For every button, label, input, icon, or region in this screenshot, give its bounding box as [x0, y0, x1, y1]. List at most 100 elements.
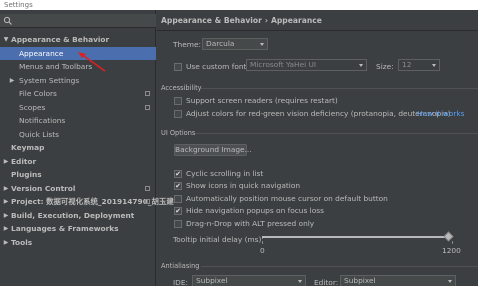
project-level-icon	[145, 104, 150, 110]
tooltip-delay-fill	[262, 236, 450, 238]
font-size-label: Size:	[376, 62, 394, 71]
ui-option-label: Hide navigation popups on focus loss	[186, 206, 324, 216]
ui-options-divider	[195, 133, 478, 134]
tooltip-delay-slider[interactable]	[262, 236, 453, 238]
accessibility-section-title: Accessibility	[161, 84, 202, 92]
ide-antialiasing-label: IDE:	[173, 278, 189, 286]
ui-option-checkbox[interactable]: ✔	[174, 182, 182, 191]
sidebar-item[interactable]: Scopes	[0, 101, 156, 114]
sidebar-item-label: Keymap	[11, 143, 45, 152]
sidebar-item-label: Editor	[11, 156, 37, 166]
sidebar-item-label: Appearance & Behavior	[11, 35, 110, 44]
project-level-icon	[145, 199, 150, 204]
breadcrumb: Appearance & Behavior › Appearance	[161, 16, 322, 25]
breadcrumb-parent[interactable]: Appearance & Behavior	[161, 16, 262, 25]
chevron-down-icon[interactable]: ▼	[2, 33, 10, 46]
sidebar-item[interactable]: ▶ Editor	[0, 155, 156, 168]
tooltip-min-label: 0	[260, 246, 265, 255]
search-icon	[3, 16, 12, 25]
chevron-down-icon	[448, 280, 452, 283]
background-image-button[interactable]: Background Image...	[174, 144, 252, 156]
theme-select[interactable]: Darcula	[202, 38, 268, 50]
sidebar-item[interactable]: Keymap	[0, 141, 156, 154]
chevron-right-icon[interactable]: ▶	[2, 195, 10, 208]
breadcrumb-separator: ›	[264, 16, 268, 25]
chevron-right-icon[interactable]: ▶	[8, 74, 16, 87]
editor-antialiasing-select[interactable]: Subpixel	[340, 275, 456, 286]
chevron-down-icon	[298, 280, 302, 283]
ui-option-checkbox[interactable]	[174, 194, 182, 203]
sidebar-item-label: Appearance	[19, 48, 64, 58]
sidebar-item-label: Notifications	[19, 116, 66, 125]
annotation-arrow	[78, 52, 106, 72]
ui-option-label: Show icons in quick navigation	[186, 181, 301, 191]
sidebar-item-label: Quick Lists	[19, 129, 60, 139]
how-it-works-link[interactable]: How it works	[417, 109, 465, 118]
sidebar-item[interactable]: ▼ Appearance & Behavior	[0, 33, 156, 46]
tooltip-delay-label: Tooltip initial delay (ms):	[173, 235, 264, 244]
sidebar-item[interactable]: Notifications	[0, 114, 156, 127]
chevron-down-icon	[260, 43, 264, 46]
use-custom-font-checkbox[interactable]	[174, 63, 182, 71]
chevron-right-icon[interactable]: ▶	[2, 222, 10, 235]
ui-option-checkbox[interactable]: ✔	[174, 207, 182, 216]
font-size-value: 12	[402, 60, 412, 69]
antialiasing-divider	[201, 266, 478, 267]
color-adjust-label: Adjust colors for red-green vision defic…	[186, 109, 451, 118]
font-family-select[interactable]: Microsoft YaHei UI	[246, 59, 367, 71]
sidebar-item[interactable]: ▶ Tools	[0, 236, 156, 249]
sidebar-item[interactable]: ▶ Version Control	[0, 182, 156, 195]
ide-antialiasing-select[interactable]: Subpixel	[192, 275, 306, 286]
window-title: Settings	[0, 0, 478, 10]
sidebar-item[interactable]: ▶ Build, Execution, Deployment	[0, 209, 156, 222]
appearance-panel: Appearance & Behavior › Appearance Theme: …	[157, 10, 478, 286]
theme-value: Darcula	[206, 39, 235, 48]
sidebar-item-label: Plugins	[11, 170, 42, 179]
tooltip-max-label: 1200	[442, 246, 461, 255]
sidebar-item[interactable]: ▶ Project: 数据可视化系统_201914790_胡玉建	[0, 195, 174, 208]
project-level-icon	[145, 185, 150, 191]
sidebar-item[interactable]: File Colors	[0, 87, 156, 100]
sidebar-item-label: Version Control	[11, 183, 76, 193]
sidebar-item-label: Scopes	[19, 102, 46, 112]
chevron-down-icon	[432, 64, 436, 67]
sidebar-item-label: Tools	[11, 237, 33, 247]
chevron-right-icon[interactable]: ▶	[2, 155, 10, 168]
ui-option-label: Automatically position mouse cursor on d…	[186, 193, 388, 203]
antialiasing-section-title: Antialiasing	[161, 262, 200, 270]
ide-antialiasing-value: Subpixel	[196, 276, 228, 285]
header-divider	[157, 30, 478, 31]
color-adjust-checkbox[interactable]	[174, 110, 182, 118]
font-size-select[interactable]: 12	[398, 59, 440, 71]
ui-options-section-title: UI Options	[161, 129, 196, 137]
sidebar-item-label: System Settings	[19, 75, 80, 85]
sidebar-item[interactable]: Quick Lists	[0, 128, 156, 141]
chevron-right-icon[interactable]: ▶	[2, 209, 10, 222]
search-input[interactable]	[16, 15, 152, 27]
ui-option-label: Cyclic scrolling in list	[186, 169, 264, 178]
sidebar-item[interactable]: Plugins	[0, 168, 156, 181]
ui-option-checkbox[interactable]: ✔	[174, 170, 182, 178]
editor-antialiasing-value: Subpixel	[344, 276, 376, 285]
slider-tick-max	[452, 241, 453, 244]
theme-label: Theme:	[173, 40, 201, 49]
chevron-right-icon[interactable]: ▶	[2, 236, 10, 249]
sidebar-item[interactable]: ▶ Languages & Frameworks	[0, 222, 156, 235]
font-family-value: Microsoft YaHei UI	[250, 60, 317, 69]
breadcrumb-current: Appearance	[270, 16, 322, 25]
project-level-icon	[145, 91, 150, 96]
accessibility-divider	[201, 88, 478, 89]
ui-option-label: Drag-n-Drop with ALT pressed only	[186, 218, 315, 228]
tooltip-delay-thumb[interactable]	[443, 231, 454, 242]
screen-readers-label: Support screen readers (requires restart…	[186, 96, 338, 105]
chevron-down-icon	[359, 64, 363, 67]
settings-search[interactable]	[0, 14, 156, 28]
screen-readers-checkbox[interactable]	[174, 97, 182, 105]
sidebar-item-label: File Colors	[19, 89, 57, 98]
sidebar-item-label: Languages & Frameworks	[11, 224, 119, 233]
use-custom-font-label: Use custom font:	[186, 62, 249, 71]
sidebar-item-label: Build, Execution, Deployment	[11, 210, 135, 220]
ui-option-checkbox[interactable]	[174, 219, 182, 228]
slider-tick-min	[262, 241, 263, 244]
chevron-right-icon[interactable]: ▶	[2, 182, 10, 195]
